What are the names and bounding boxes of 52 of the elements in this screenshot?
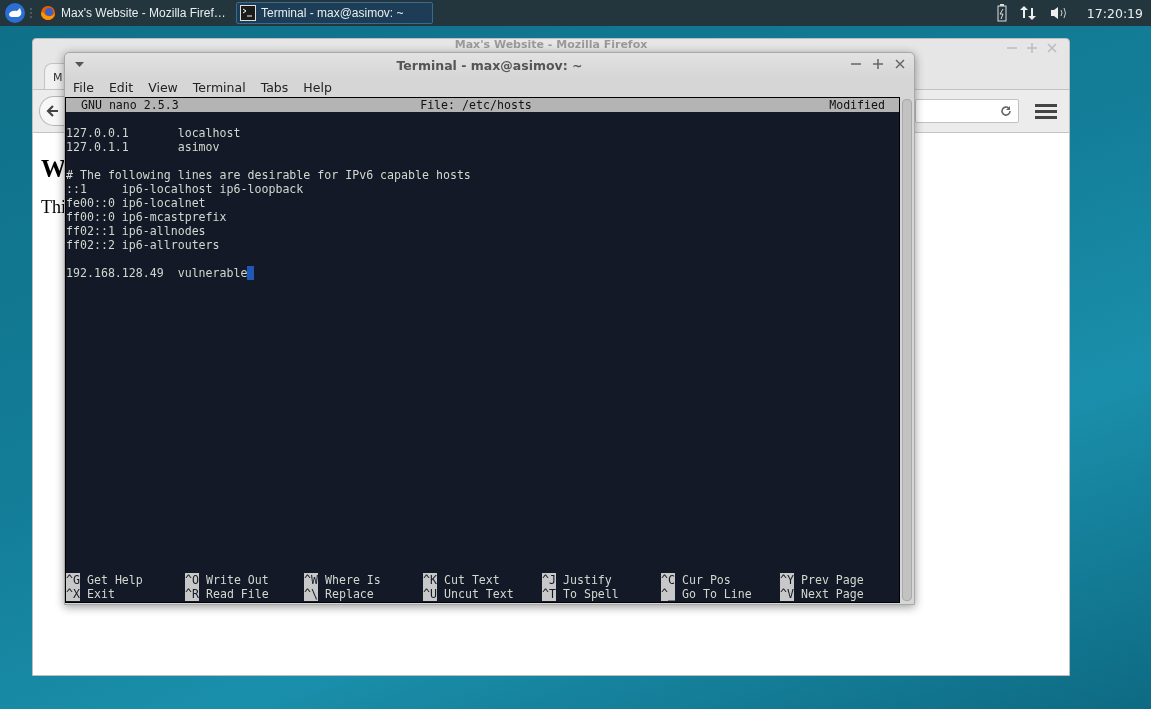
file-name: File: /etc/hosts [420,98,532,112]
shortcut-key: ^_ [661,587,675,601]
file-line: 127.0.0.1 localhost [66,126,241,140]
menu-item[interactable]: View [148,79,178,95]
menu-item[interactable]: Tabs [260,79,289,95]
shortcut-label: Cut Text [443,573,500,587]
shortcut-label: Read File [205,587,269,601]
modified-status: Modified [829,98,885,112]
shortcut-key: ^R [185,587,199,601]
file-line: fe00::0 ip6-localnet [66,196,206,210]
menu-item[interactable]: Help [303,79,332,95]
shortcut-label: Justify [562,573,612,587]
file-line: ff00::0 ip6-mcastprefix [66,210,227,224]
shortcut-label: Prev Page [800,573,864,587]
shortcut-key: ^C [661,573,675,587]
window-title: Terminal - max@asimov: ~ [396,57,583,73]
file-line: 192.168.128.49 vulnerable [66,266,248,280]
shortcut-label: Write Out [205,573,269,587]
file-line: # The following lines are desirable for IPv6 capable hosts [66,168,471,182]
page-paragraph: Thi [41,197,66,218]
taskbar-button[interactable]: Terminal - max@asimov: ~ [236,2,433,24]
shortcut-label: Next Page [800,587,864,601]
shortcut-key: ^O [185,573,199,587]
window-title: Max's Website - Mozilla Firefox [454,39,648,51]
file-line: 127.0.1.1 asimov [66,140,220,154]
file-line: ff02::1 ip6-allnodes [66,224,206,238]
shortcut-key: ^V [780,587,794,601]
clock[interactable]: 17:20:19 [1086,5,1143,21]
shortcut-label: Cur Pos [681,573,731,587]
taskbar-button[interactable]: Max's Website - Mozilla Firef… [36,2,233,24]
shortcut-key: ^K [423,573,437,587]
shortcut-label: Go To Line [681,587,752,601]
menu-item[interactable]: Edit [108,79,134,95]
shortcut-key: ^X [66,587,80,601]
shortcut-key: ^U [423,587,437,601]
shortcut-key: ^\ [304,587,318,601]
shortcut-key: ^T [542,587,556,601]
nano-version: GNU nano 2.5.3 [79,98,179,112]
shortcut-label: Uncut Text [443,587,514,601]
shortcut-label: Get Help [86,573,143,587]
shortcut-label: To Spell [562,587,619,601]
file-line: ::1 ip6-localhost ip6-loopback [66,182,304,196]
shortcut-label: Exit [86,587,115,601]
shortcut-key: ^J [542,573,556,587]
menu-item[interactable]: Terminal [192,79,246,95]
shortcut-label: Replace [324,587,374,601]
shortcut-key: ^G [66,573,80,587]
shortcut-key: ^Y [780,573,794,587]
shortcut-key: ^W [304,573,318,587]
shortcut-label: Where Is [324,573,381,587]
menu-item[interactable]: File [73,79,94,95]
file-line: ff02::2 ip6-allrouters [66,238,220,252]
